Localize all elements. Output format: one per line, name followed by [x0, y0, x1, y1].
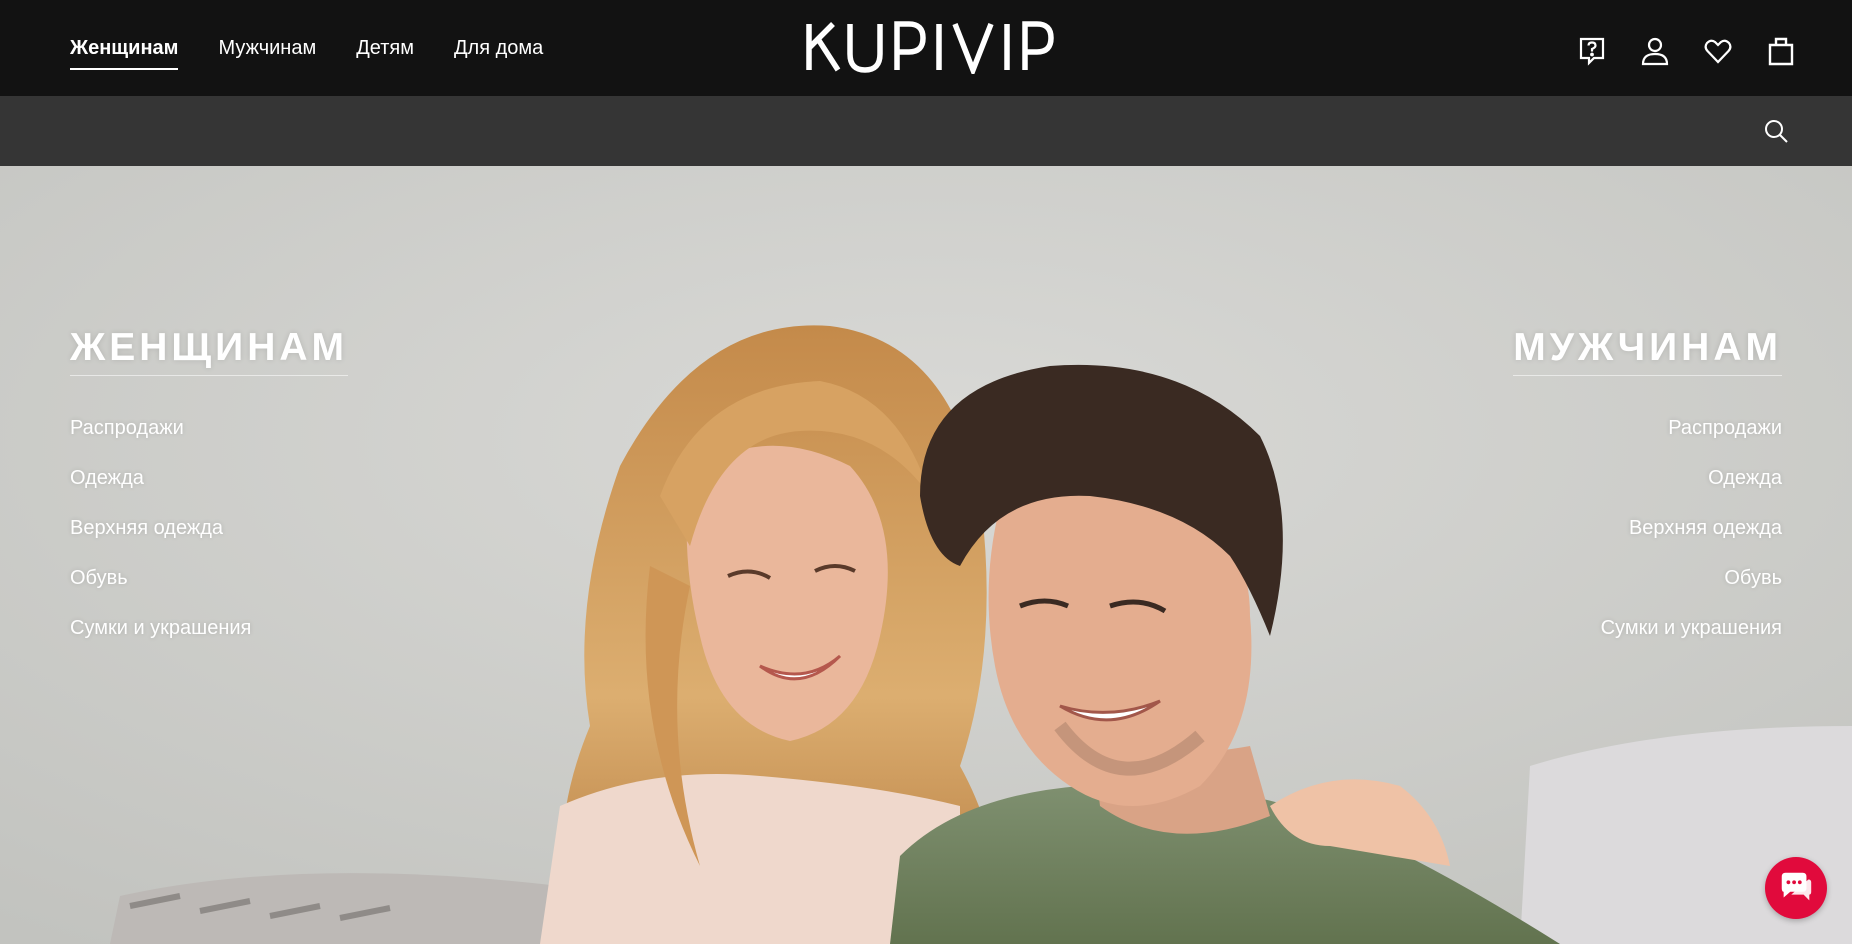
women-link-clothes[interactable]: Одежда: [70, 466, 348, 516]
search-bar: [0, 96, 1852, 166]
women-title[interactable]: ЖЕНЩИНАМ: [70, 326, 349, 376]
men-link-outerwear[interactable]: Верхняя одежда: [1513, 516, 1782, 566]
bag-icon[interactable]: [1764, 34, 1798, 68]
men-link-bags[interactable]: Сумки и украшения: [1513, 616, 1782, 666]
help-icon[interactable]: [1575, 34, 1609, 68]
women-link-sales[interactable]: Распродажи: [70, 416, 348, 466]
user-icon[interactable]: [1638, 34, 1672, 68]
men-link-shoes[interactable]: Обувь: [1513, 566, 1782, 616]
kupivip-logo[interactable]: [805, 14, 1059, 78]
search-icon[interactable]: [1762, 117, 1790, 145]
women-link-shoes[interactable]: Обувь: [70, 566, 348, 616]
nav-home[interactable]: Для дома: [454, 29, 543, 68]
men-link-clothes[interactable]: Одежда: [1513, 466, 1782, 516]
main-nav: Женщинам Мужчинам Детям Для дома: [70, 0, 583, 96]
chat-button[interactable]: [1765, 857, 1827, 919]
hero-banner: ЖЕНЩИНАМ Распродажи Одежда Верхняя одежд…: [0, 166, 1852, 944]
heart-icon[interactable]: [1701, 34, 1735, 68]
men-menu: МУЖЧИНАМ Распродажи Одежда Верхняя одежд…: [1513, 326, 1782, 666]
header-icons: [1546, 34, 1798, 68]
nav-kids[interactable]: Детям: [356, 29, 414, 68]
chat-icon: [1781, 872, 1812, 901]
top-header: Женщинам Мужчинам Детям Для дома: [0, 0, 1852, 96]
women-link-bags[interactable]: Сумки и украшения: [70, 616, 348, 666]
nav-women[interactable]: Женщинам: [70, 29, 179, 70]
women-menu: ЖЕНЩИНАМ Распродажи Одежда Верхняя одежд…: [70, 326, 349, 666]
women-link-outerwear[interactable]: Верхняя одежда: [70, 516, 348, 566]
search-input[interactable]: [70, 110, 1734, 154]
nav-men[interactable]: Мужчинам: [218, 29, 316, 68]
men-link-sales[interactable]: Распродажи: [1513, 416, 1782, 466]
men-title[interactable]: МУЖЧИНАМ: [1513, 326, 1782, 376]
